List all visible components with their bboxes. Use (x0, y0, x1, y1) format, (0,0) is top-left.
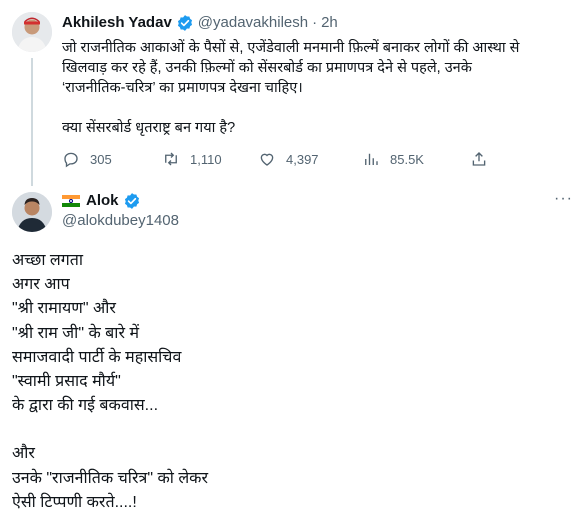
author-name[interactable]: Alok (86, 191, 119, 211)
avatar-akhilesh[interactable] (12, 12, 52, 52)
text-line: अच्छा लगता (12, 252, 84, 269)
avatar-alok[interactable] (12, 192, 52, 232)
more-options-icon[interactable]: ··· (554, 190, 573, 208)
text-line: और (12, 445, 35, 463)
separator: · (312, 14, 318, 31)
views-button[interactable]: 85.5K (362, 148, 424, 170)
text-line: अगर आप (12, 276, 70, 294)
text-line: "श्री रामायण" और (12, 300, 116, 318)
like-count: 4,397 (286, 151, 319, 167)
like-button[interactable]: 4,397 (258, 148, 319, 170)
india-flag-icon (62, 195, 80, 207)
text-line: के द्वारा की गई बकवास... (12, 397, 159, 415)
text-line: ‘राजनीतिक-चरित्र’ का प्रमाणपत्र देखना चा… (62, 80, 303, 96)
views-count: 85.5K (390, 151, 424, 167)
text-line: जो राजनीतिक आकाओं के पैसों से, एजेंडेवाल… (62, 40, 520, 56)
action-bar: 305 1,110 4,397 85.5K (62, 148, 492, 170)
avatar-image (12, 192, 52, 232)
timestamp[interactable]: 2h (321, 13, 338, 33)
tweet1-header: Akhilesh Yadav @yadavakhilesh · 2h (62, 13, 338, 33)
verified-badge-icon (177, 15, 192, 31)
text-line: "श्री राम जी" के बारे में (12, 324, 140, 342)
share-icon (472, 152, 486, 166)
retweet-count: 1,110 (190, 151, 222, 167)
text-line: खिलवाड़ कर रहे हैं, उनकी फ़िल्मों को सें… (62, 60, 472, 76)
verified-badge-icon (124, 193, 139, 209)
text-line: ऐसी टिप्पणी करते....! (12, 493, 137, 511)
tweet2-text: अच्छा लगता अगर आप "श्री रामायण" और "श्री… (12, 249, 572, 515)
author-handle[interactable]: @alokdubey1408 (62, 212, 179, 229)
quoted-tweet[interactable]: Akhilesh Yadav @yadavakhilesh · 2h जो रा… (0, 0, 588, 190)
author-row: Alok (62, 191, 145, 211)
text-line: समाजवादी पार्टी के महासचिव (12, 348, 182, 366)
retweet-icon (165, 152, 177, 166)
reply-icon (64, 152, 78, 168)
reply-button[interactable]: 305 (62, 148, 112, 170)
text-line: "स्वामी प्रसाद मौर्य" (12, 373, 121, 391)
views-chart-icon (365, 153, 378, 165)
reply-count: 305 (90, 151, 112, 167)
thread-connector (31, 58, 33, 186)
avatar-image (12, 12, 52, 52)
text-line: उनके "राजनीतिक चरित्र" को लेकर (12, 469, 209, 487)
tweet1-text: जो राजनीतिक आकाओं के पैसों से, एजेंडेवाल… (62, 38, 577, 138)
heart-icon (260, 153, 274, 166)
text-question: क्या सेंसरबोर्ड धृतराष्ट्र बन गया है? (62, 120, 236, 136)
share-button[interactable] (470, 148, 488, 170)
author-handle[interactable]: @yadavakhilesh (198, 13, 308, 33)
retweet-button[interactable]: 1,110 (162, 148, 222, 170)
author-name[interactable]: Akhilesh Yadav (62, 13, 172, 33)
